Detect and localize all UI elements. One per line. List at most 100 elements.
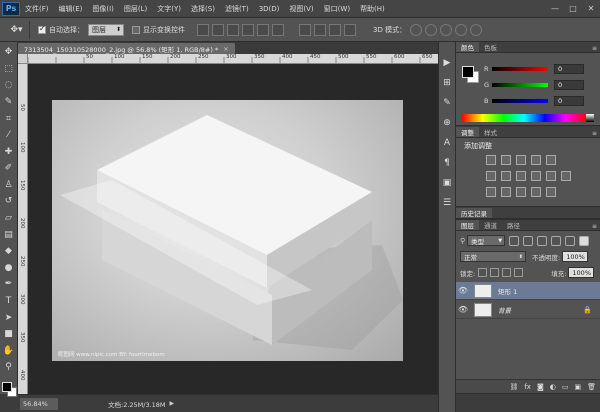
zoom-level-field[interactable]: 56.84% [20,397,58,410]
exposure-icon[interactable] [531,155,541,165]
brush-preset-icon[interactable]: ✎ [440,96,454,110]
eyedropper-tool-icon[interactable]: ⁄ [2,129,16,143]
character-icon[interactable]: A [440,136,454,150]
lock-all-icon[interactable] [514,268,524,277]
pen-tool-icon[interactable]: ✒ [2,278,16,292]
layer-style-icon[interactable]: fx [524,383,531,391]
history-icon[interactable]: ⊞ [440,76,454,90]
posterize-icon[interactable] [501,187,511,197]
type-tool-icon[interactable]: T [2,295,16,309]
move-tool-icon[interactable]: ✥ [2,46,16,60]
opacity-field[interactable]: 100% [562,251,589,262]
tool-presets-icon[interactable]: ▣ [440,176,454,190]
crop-tool-icon[interactable]: ⌗ [2,112,16,126]
menu-help[interactable]: 帮助(H) [355,4,390,14]
hand-tool-icon[interactable]: ✋ [2,344,16,358]
3d-rotate-icon[interactable] [410,23,423,36]
tab-channels[interactable]: 通道 [479,220,502,230]
panel-menu-icon[interactable]: ≡ [592,223,600,230]
tab-paths[interactable]: 路径 [502,220,525,230]
new-adjustment-icon[interactable]: ◐ [550,383,556,391]
distribute-bottom-icon[interactable] [329,23,341,36]
new-group-icon[interactable]: ▭ [562,383,569,391]
red-slider[interactable] [492,67,548,71]
paragraph-icon[interactable]: ¶ [440,156,454,170]
threshold-icon[interactable] [516,187,526,197]
gradient-tool-icon[interactable]: ▤ [2,228,16,242]
status-menu-arrow-icon[interactable]: ▶ [170,400,175,407]
delete-layer-icon[interactable]: 🗑 [587,383,596,391]
show-transform-checkbox[interactable] [132,25,140,34]
link-layers-icon[interactable]: ⛓ [509,383,518,391]
vertical-ruler[interactable]: 50 100 150 200 250 300 350 400 [18,64,28,394]
eraser-tool-icon[interactable]: ▱ [2,212,16,226]
filter-pixel-icon[interactable] [509,235,520,246]
color-spectrum-ramp[interactable] [462,114,586,122]
foreground-color-swatch[interactable] [2,382,12,392]
lock-image-icon[interactable] [490,268,500,277]
align-hcenter-icon[interactable] [257,23,269,36]
menu-image[interactable]: 图像(I) [87,4,119,14]
healing-brush-tool-icon[interactable]: ✚ [2,145,16,159]
distribute-vcenter-icon[interactable] [314,23,326,36]
blue-slider[interactable] [492,99,548,103]
auto-select-checkbox[interactable] [38,24,46,34]
align-top-icon[interactable] [197,23,209,36]
path-select-tool-icon[interactable]: ➤ [2,311,16,325]
quick-select-tool-icon[interactable]: ✎ [2,96,16,110]
tab-adjustments[interactable]: 调整 [456,127,479,137]
menu-type[interactable]: 文字(Y) [152,4,186,14]
zoom-tool-icon[interactable]: ⚲ [2,361,16,375]
green-slider[interactable] [492,83,548,87]
3d-drag-icon[interactable] [440,23,453,36]
filter-toggle-icon[interactable] [579,235,590,246]
tab-swatches[interactable]: 色板 [479,42,502,52]
gradient-map-icon[interactable] [531,187,541,197]
menu-layer[interactable]: 图层(L) [119,4,152,14]
close-icon[interactable]: × [223,45,228,53]
new-layer-icon[interactable]: ▣ [574,383,581,391]
menu-view[interactable]: 视图(V) [284,4,318,14]
minimize-button[interactable]: — [546,1,564,17]
eye-icon[interactable]: 👁 [456,305,470,314]
invert-icon[interactable] [486,187,496,197]
blue-value-field[interactable]: 0 [554,96,584,106]
dodge-tool-icon[interactable]: ● [2,262,16,276]
vibrance-icon[interactable] [546,155,556,165]
menu-edit[interactable]: 编辑(E) [54,4,88,14]
filter-shape-icon[interactable] [551,235,562,246]
align-bottom-icon[interactable] [227,23,239,36]
menu-file[interactable]: 文件(F) [20,4,54,14]
layer-row-shape[interactable]: 👁 矩形 1 [456,282,600,300]
layer-row-background[interactable]: 👁 背景 🔒 [456,301,600,319]
black-white-ramp[interactable] [586,114,594,122]
blend-mode-dropdown[interactable]: 正常 ⬍ [460,251,526,262]
filter-adjustment-icon[interactable] [523,235,534,246]
align-vcenter-icon[interactable] [212,23,224,36]
levels-icon[interactable] [501,155,511,165]
photo-filter-icon[interactable] [531,171,541,181]
add-mask-icon[interactable]: ◙ [537,383,544,391]
document-tab[interactable]: 7313504_150310528000_2.jpg @ 56.8% (矩形 1… [18,43,235,54]
foreground-color-swatch[interactable] [462,66,474,78]
marquee-tool-icon[interactable]: ⬚ [2,63,16,77]
3d-slide-icon[interactable] [455,23,468,36]
eye-icon[interactable]: 👁 [456,286,470,295]
panel-menu-icon[interactable]: ≡ [592,130,600,137]
properties-icon[interactable]: ☰ [440,196,454,210]
fill-field[interactable]: 100% [568,267,595,278]
rectangle-tool-icon[interactable]: ■ [2,328,16,342]
align-right-icon[interactable] [272,23,284,36]
filter-smart-object-icon[interactable] [565,235,576,246]
tab-color[interactable]: 颜色 [456,42,479,52]
move-tool-icon[interactable]: ✥▾ [4,20,30,39]
menu-select[interactable]: 选择(S) [186,4,220,14]
selective-color-icon[interactable] [546,187,556,197]
blur-tool-icon[interactable]: ◆ [2,245,16,259]
distribute-top-icon[interactable] [299,23,311,36]
filter-type-icon[interactable] [537,235,548,246]
tab-history[interactable]: 历史记录 [456,208,492,218]
hue-saturation-icon[interactable] [486,171,496,181]
brightness-contrast-icon[interactable] [486,155,496,165]
black-white-icon[interactable] [516,171,526,181]
